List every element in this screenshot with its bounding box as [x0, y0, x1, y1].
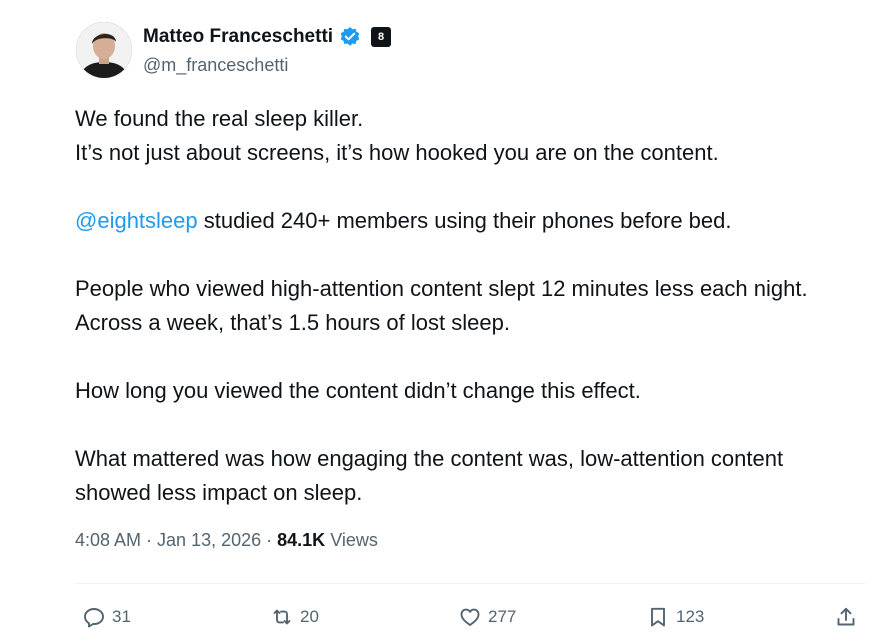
- tweet-paragraph-2: @eightsleep studied 240+ members using t…: [75, 204, 855, 238]
- meta-separator: ·: [261, 530, 278, 550]
- share-icon: [837, 607, 855, 626]
- repost-icon: [273, 609, 291, 625]
- reply-icon: [84, 608, 104, 628]
- views-label: Views: [325, 530, 378, 550]
- bookmark-icon: [651, 607, 665, 627]
- tweet-date[interactable]: Jan 13, 2026: [157, 530, 261, 550]
- tweet-time[interactable]: 4:08 AM: [75, 530, 141, 550]
- reply-count: 31: [112, 607, 131, 626]
- like-button[interactable]: 277: [458, 600, 516, 634]
- repost-button[interactable]: 20: [270, 600, 319, 634]
- affiliation-badge[interactable]: 8: [371, 27, 392, 47]
- author-handle[interactable]: @m_franceschetti: [143, 55, 288, 76]
- like-count: 277: [488, 607, 517, 626]
- mention-link[interactable]: @eightsleep: [75, 208, 198, 233]
- author-name-row: Matteo Franceschetti 8: [143, 25, 392, 49]
- tweet-paragraph-3: People who viewed high-attention content…: [75, 276, 808, 335]
- author-display-name[interactable]: Matteo Franceschetti: [143, 26, 333, 48]
- action-bar: 31 20 277 123: [0, 600, 878, 634]
- avatar-image: [76, 22, 132, 78]
- repost-count: 20: [300, 607, 319, 626]
- meta-separator: ·: [141, 530, 158, 550]
- tweet-line-2: It’s not just about screens, it’s how ho…: [75, 140, 719, 165]
- tweet-text: We found the real sleep killer. It’s not…: [75, 102, 855, 510]
- tweet-paragraph-5: What mattered was how engaging the conte…: [75, 446, 784, 505]
- share-button[interactable]: [834, 600, 858, 634]
- bookmark-button[interactable]: 123: [646, 600, 704, 634]
- reply-button[interactable]: 31: [82, 600, 131, 634]
- bookmark-count: 123: [676, 607, 705, 626]
- views-count: 84.1K: [277, 530, 326, 550]
- divider: [75, 583, 865, 584]
- tweet-meta: 4:08 AM · Jan 13, 2026 · 84.1K Views: [75, 530, 378, 551]
- tweet-paragraph-4: How long you viewed the content didn’t c…: [75, 378, 641, 403]
- tweet-paragraph-2-text: studied 240+ members using their phones …: [197, 208, 732, 233]
- verified-icon[interactable]: [339, 26, 361, 48]
- avatar[interactable]: [76, 22, 132, 78]
- tweet-line-1: We found the real sleep killer.: [75, 106, 364, 131]
- like-icon: [460, 608, 480, 626]
